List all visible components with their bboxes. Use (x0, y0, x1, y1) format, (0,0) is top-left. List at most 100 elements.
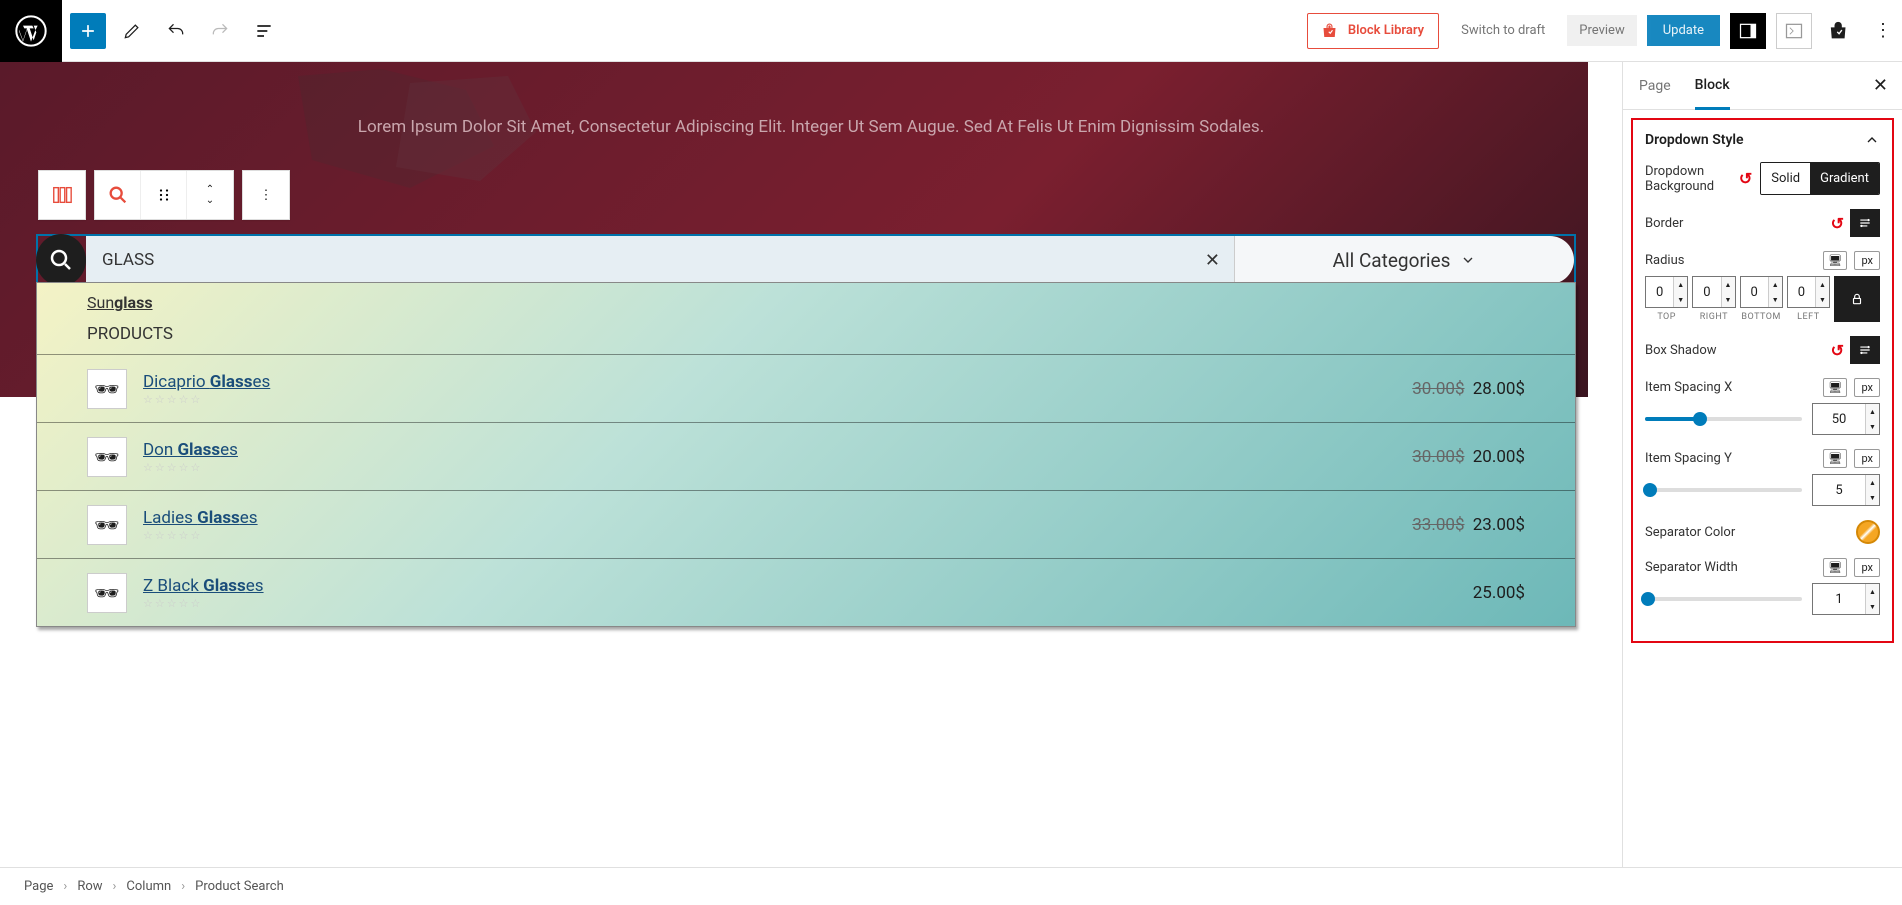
top-toolbar: Block Library Switch to draft Preview Up… (0, 0, 1902, 62)
spacing-x-input[interactable]: 50 ▲▼ (1812, 403, 1880, 435)
device-icon[interactable]: 🖥 (1823, 449, 1847, 468)
shop-icon[interactable] (1822, 13, 1858, 49)
sep-width-input[interactable]: 1 ▲▼ (1812, 583, 1880, 615)
radius-top-input[interactable]: 0 ▲▼ (1645, 276, 1688, 308)
spacing-y-unit[interactable]: px (1854, 449, 1880, 468)
breadcrumb-item[interactable]: Row (77, 879, 102, 894)
reset-border-icon[interactable]: ↺ (1831, 214, 1844, 233)
block-toolbar: ⌃⌄ ⋮ (38, 170, 290, 220)
product-thumbnail: 🕶 (87, 573, 127, 613)
radius-left-input[interactable]: 0 ▲▼ (1787, 276, 1830, 308)
border-label: Border (1645, 216, 1683, 231)
settings-sidebar-toggle[interactable] (1730, 13, 1766, 49)
bg-label: Dropdown Background (1645, 164, 1731, 194)
search-submit-icon[interactable] (36, 234, 86, 286)
breadcrumb-item[interactable]: Column (126, 879, 171, 894)
box-shadow-label: Box Shadow (1645, 343, 1717, 358)
border-settings-icon[interactable] (1850, 209, 1880, 237)
spacing-y-slider[interactable] (1645, 488, 1802, 492)
block-library-button[interactable]: Block Library (1307, 13, 1439, 49)
sep-width-unit[interactable]: px (1854, 558, 1880, 577)
list-view-icon[interactable] (246, 13, 282, 49)
search-suggestion[interactable]: Sunglass (37, 283, 1575, 312)
sidebar-tabs: Page Block ✕ (1623, 62, 1902, 110)
add-block-button[interactable] (70, 13, 106, 49)
search-block-icon[interactable] (95, 171, 141, 219)
product-row[interactable]: 🕶 Ladies Glasses ☆☆☆☆☆ 33.00$ 23.00$ (37, 490, 1575, 558)
sep-width-slider[interactable] (1645, 597, 1802, 601)
sep-color-label: Separator Color (1645, 525, 1735, 540)
preview-button[interactable]: Preview (1567, 15, 1636, 46)
dropdown-style-panel: Dropdown Style Dropdown Background ↺ Sol… (1631, 118, 1894, 643)
spacing-x-label: Item Spacing X (1645, 380, 1732, 395)
move-arrows-icon[interactable]: ⌃⌄ (187, 171, 233, 219)
product-search-block: GLASS ✕ All Categories (36, 234, 1576, 286)
more-menu-icon[interactable]: ⋮ (1868, 20, 1892, 41)
spacing-y-input[interactable]: 5 ▲▼ (1812, 474, 1880, 506)
breadcrumb: Page › Row › Column › Product Search (0, 867, 1902, 905)
search-input[interactable]: GLASS ✕ (86, 236, 1234, 284)
drag-handle-icon[interactable] (141, 171, 187, 219)
product-rating: ☆☆☆☆☆ (143, 393, 1396, 406)
device-icon[interactable]: 🖥 (1823, 558, 1847, 577)
tab-block[interactable]: Block (1695, 63, 1730, 110)
product-row[interactable]: 🕶 Don Glasses ☆☆☆☆☆ 30.00$ 20.00$ (37, 422, 1575, 490)
product-price: 25.00$ (1473, 583, 1525, 603)
panel-header[interactable]: Dropdown Style (1645, 132, 1880, 148)
redo-button[interactable] (202, 13, 238, 49)
product-name[interactable]: Don Glasses (143, 440, 1396, 460)
spacing-x-unit[interactable]: px (1854, 378, 1880, 397)
product-thumbnail: 🕶 (87, 437, 127, 477)
product-name[interactable]: Dicaprio Glasses (143, 372, 1396, 392)
spacing-x-slider[interactable] (1645, 417, 1802, 421)
product-price: 30.00$ 28.00$ (1412, 379, 1525, 399)
bg-gradient-button[interactable]: Gradient (1810, 163, 1879, 194)
options-icon[interactable] (1776, 13, 1812, 49)
radius-unit[interactable]: px (1854, 251, 1880, 270)
edit-icon[interactable] (114, 13, 150, 49)
product-rating: ☆☆☆☆☆ (143, 461, 1396, 474)
product-row[interactable]: 🕶 Z Black Glasses ☆☆☆☆☆ 25.00$ (37, 558, 1575, 626)
shadow-settings-icon[interactable] (1850, 336, 1880, 364)
link-radius-icon[interactable] (1834, 276, 1880, 322)
product-thumbnail: 🕶 (87, 369, 127, 409)
product-price: 30.00$ 20.00$ (1412, 447, 1525, 467)
radius-right-input[interactable]: 0 ▲▼ (1692, 276, 1735, 308)
device-icon[interactable]: 🖥 (1823, 378, 1847, 397)
hero-tagline: Lorem Ipsum Dolor Sit Amet, Consectetur … (358, 117, 1264, 137)
bg-solid-button[interactable]: Solid (1761, 163, 1810, 194)
clear-search-icon[interactable]: ✕ (1205, 250, 1220, 271)
bg-toggle: Solid Gradient (1760, 162, 1880, 195)
block-more-icon[interactable]: ⋮ (243, 171, 289, 219)
products-section-label: PRODUCTS (37, 312, 1575, 354)
block-library-label: Block Library (1348, 23, 1424, 38)
category-dropdown[interactable]: All Categories (1234, 236, 1574, 284)
product-name[interactable]: Z Black Glasses (143, 576, 1457, 596)
device-icon[interactable]: 🖥 (1823, 251, 1847, 270)
switch-draft-button[interactable]: Switch to draft (1449, 15, 1557, 46)
tab-page[interactable]: Page (1639, 64, 1671, 108)
spacing-y-label: Item Spacing Y (1645, 451, 1732, 466)
close-sidebar-icon[interactable]: ✕ (1873, 75, 1888, 96)
sep-width-label: Separator Width (1645, 560, 1738, 575)
columns-icon[interactable] (39, 171, 85, 219)
product-name[interactable]: Ladies Glasses (143, 508, 1396, 528)
reset-shadow-icon[interactable]: ↺ (1831, 341, 1844, 360)
toolbar-right: Block Library Switch to draft Preview Up… (1297, 13, 1902, 49)
undo-button[interactable] (158, 13, 194, 49)
separator-color-picker[interactable] (1856, 520, 1880, 544)
wp-logo[interactable] (0, 0, 62, 62)
breadcrumb-item[interactable]: Product Search (195, 879, 284, 894)
product-rating: ☆☆☆☆☆ (143, 597, 1457, 610)
reset-bg-icon[interactable]: ↺ (1739, 169, 1752, 188)
radius-label: Radius (1645, 253, 1684, 268)
product-price: 33.00$ 23.00$ (1412, 515, 1525, 535)
search-dropdown: Sunglass PRODUCTS 🕶 Dicaprio Glasses ☆☆☆… (36, 282, 1576, 627)
product-row[interactable]: 🕶 Dicaprio Glasses ☆☆☆☆☆ 30.00$ 28.00$ (37, 354, 1575, 422)
settings-sidebar: Page Block ✕ Dropdown Style Dropdown Bac… (1622, 62, 1902, 867)
breadcrumb-item[interactable]: Page (24, 879, 53, 894)
update-button[interactable]: Update (1647, 15, 1720, 46)
product-thumbnail: 🕶 (87, 505, 127, 545)
toolbar-left (62, 13, 290, 49)
radius-bottom-input[interactable]: 0 ▲▼ (1740, 276, 1783, 308)
